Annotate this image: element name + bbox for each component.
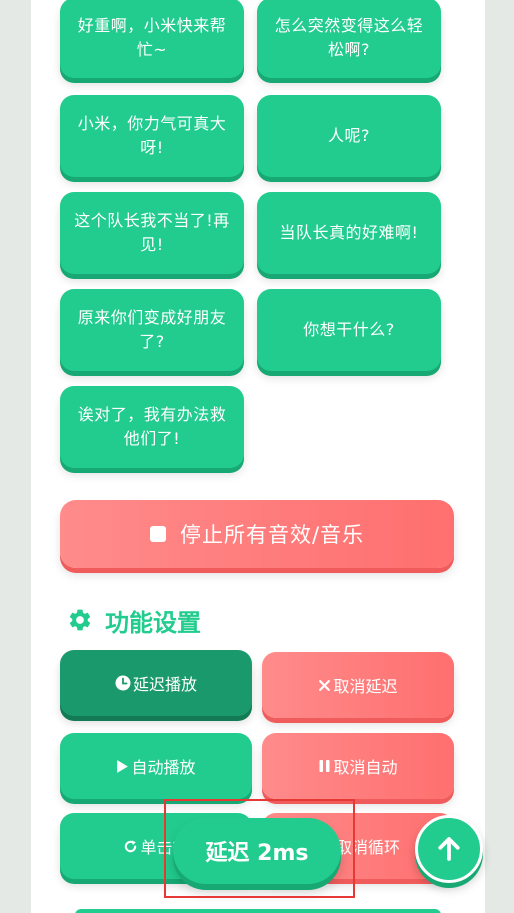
cancel-delay-label: 取消延迟 [333, 677, 398, 696]
sound-button[interactable]: 人呢? [257, 95, 441, 177]
delay-play-label: 延迟播放 [132, 675, 197, 694]
sound-button[interactable]: 你想干什么? [257, 289, 441, 371]
sound-button-label: 这个队长我不当了!再见! [74, 211, 230, 254]
cancel-delay-button[interactable]: 取消延迟 [262, 652, 454, 718]
sound-button-label: 原来你们变成好朋友了? [77, 308, 227, 351]
sound-button[interactable]: 这个队长我不当了!再见! [60, 192, 244, 274]
stop-square-icon [149, 526, 166, 542]
stop-all-label: 停止所有音效/音乐 [179, 523, 365, 547]
sound-button-label: 好重啊，小米快来帮忙~ [77, 16, 227, 59]
sound-button[interactable]: 好重啊，小米快来帮忙~ [60, 0, 244, 78]
sound-button[interactable]: 原来你们变成好朋友了? [60, 289, 244, 371]
stop-all-button[interactable]: 停止所有音效/音乐 [60, 500, 454, 568]
redo-icon [123, 839, 138, 854]
auto-play-label: 自动播放 [131, 758, 196, 777]
sound-button[interactable]: 小米，你力气可真大呀! [60, 95, 244, 177]
sound-button-label: 怎么突然变得这么轻松啊? [274, 16, 424, 59]
cancel-auto-button[interactable]: 取消自动 [262, 733, 454, 799]
pause-icon [318, 759, 331, 773]
highlight-box [164, 799, 355, 898]
clock-icon [115, 675, 131, 691]
delay-play-button[interactable]: 延迟播放 [60, 650, 252, 716]
cancel-auto-label: 取消自动 [333, 758, 398, 777]
sound-button[interactable]: 当队长真的好难啊! [257, 192, 441, 274]
arrow-up-icon [434, 834, 464, 864]
sound-button[interactable]: 诶对了，我有办法救他们了! [60, 386, 244, 468]
sound-button[interactable]: 怎么突然变得这么轻松啊? [257, 0, 441, 78]
sound-button-label: 诶对了，我有办法救他们了! [77, 405, 227, 448]
sound-button-label: 你想干什么? [303, 320, 395, 339]
settings-title: 功能设置 [67, 602, 201, 638]
auto-play-button[interactable]: 自动播放 [60, 733, 252, 799]
play-icon [116, 759, 129, 774]
sound-button-label: 人呢? [328, 126, 370, 145]
next-button-edge[interactable] [75, 909, 441, 913]
settings-title-label: 功能设置 [105, 608, 201, 637]
back-to-top-button[interactable] [415, 815, 483, 883]
close-icon [318, 679, 331, 692]
sound-button-label: 小米，你力气可真大呀! [77, 114, 227, 157]
gear-icon [67, 607, 93, 633]
sound-button-label: 当队长真的好难啊! [279, 223, 419, 242]
soundboard-panel: 好重啊，小米快来帮忙~ 怎么突然变得这么轻松啊? 小米，你力气可真大呀! 人呢?… [31, 0, 485, 913]
